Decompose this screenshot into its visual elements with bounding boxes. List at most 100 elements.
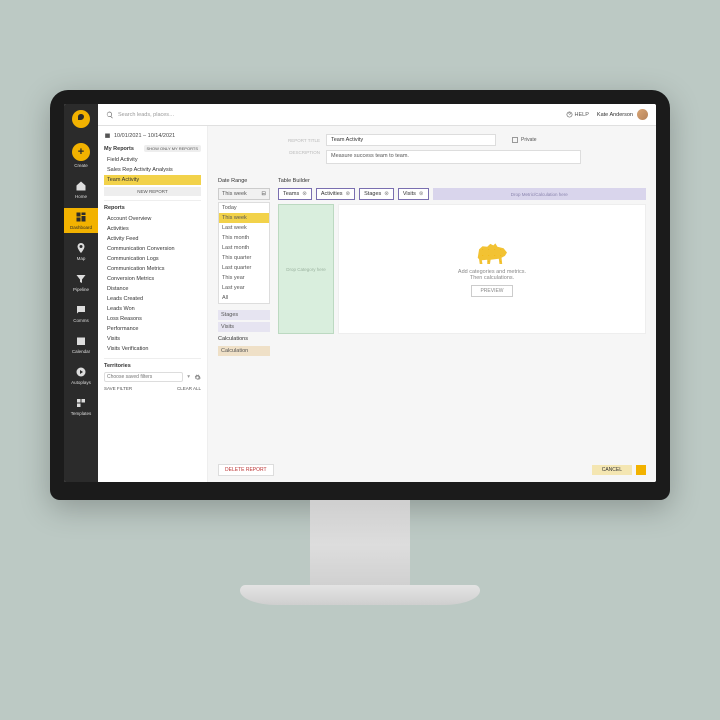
preview-button[interactable]: PREVIEW: [471, 285, 512, 297]
builder-hint: Add categories and metrics. Then calcula…: [458, 269, 526, 281]
rail-dashboard[interactable]: Dashboard: [64, 208, 98, 233]
user-menu[interactable]: Kate Anderson: [597, 109, 648, 120]
report-item[interactable]: Visits: [104, 334, 201, 344]
date-option[interactable]: This year: [219, 273, 269, 283]
my-reports-list: Field Activity Sales Rep Activity Analys…: [104, 155, 201, 185]
date-option[interactable]: Last month: [219, 243, 269, 253]
chevron-down-icon: ▾: [187, 374, 190, 380]
reports-list: Account Overview Activities Activity Fee…: [104, 214, 201, 354]
pill-activities[interactable]: Activities⊗: [316, 188, 355, 200]
report-item[interactable]: Loss Reasons: [104, 314, 201, 324]
rail-home[interactable]: Home: [64, 177, 98, 202]
calc-hdr: Calculations: [218, 334, 270, 344]
report-item[interactable]: Communication Conversion: [104, 244, 201, 254]
clear-all-button[interactable]: CLEAR ALL: [177, 386, 201, 391]
report-item[interactable]: Sales Rep Activity Analysis: [104, 165, 201, 175]
drop-category-zone[interactable]: Drop Category here: [278, 204, 334, 334]
private-checkbox[interactable]: Private: [512, 137, 537, 143]
daterange-hdr: Date Range: [218, 178, 270, 184]
home-icon: [75, 180, 87, 192]
search-input[interactable]: Search leads, places…: [106, 111, 566, 119]
pin-icon: [75, 242, 87, 254]
dashboard-icon: [75, 211, 87, 223]
date-option-selected[interactable]: This week: [219, 213, 269, 223]
report-item[interactable]: Conversion Metrics: [104, 274, 201, 284]
chat-icon: [75, 304, 87, 316]
gear-icon[interactable]: [194, 374, 201, 381]
pill-visits[interactable]: Visits⊗: [398, 188, 429, 200]
plus-icon: +: [72, 143, 90, 161]
close-icon[interactable]: ⊗: [346, 191, 351, 197]
pill-teams[interactable]: Teams⊗: [278, 188, 312, 200]
funnel-icon: [75, 273, 87, 285]
rail-calendar[interactable]: Calendar: [64, 332, 98, 357]
date-option[interactable]: This month: [219, 233, 269, 243]
chip-calculation[interactable]: Calculation: [218, 346, 270, 356]
date-option[interactable]: Last quarter: [219, 263, 269, 273]
dropdown-icon: ⊟: [261, 191, 266, 197]
cancel-button[interactable]: CANCEL: [592, 465, 632, 475]
autoplay-icon: [75, 366, 87, 378]
calendar-icon: [75, 335, 87, 347]
pill-stages[interactable]: Stages⊗: [359, 188, 394, 200]
topbar: Search leads, places… HELP Kate Anderson: [98, 104, 656, 126]
builder-canvas: Add categories and metrics. Then calcula…: [338, 204, 646, 334]
search-icon: [106, 111, 114, 119]
new-report-button[interactable]: NEW REPORT: [104, 187, 201, 196]
my-reports-hdr: My Reports: [104, 146, 134, 152]
help-link[interactable]: HELP: [566, 111, 589, 118]
report-title-input[interactable]: Team Activity: [326, 134, 496, 146]
chip-stages[interactable]: Stages: [218, 310, 270, 320]
save-button[interactable]: [636, 465, 646, 475]
chip-visits[interactable]: Visits: [218, 322, 270, 332]
date-option[interactable]: Last week: [219, 223, 269, 233]
nav-rail: + Create Home Dashboard Map Pipeline Com…: [64, 104, 98, 482]
report-item[interactable]: Field Activity: [104, 155, 201, 165]
report-item-active[interactable]: Team Activity: [104, 175, 201, 185]
close-icon[interactable]: ⊗: [419, 191, 424, 197]
avatar: [637, 109, 648, 120]
report-item[interactable]: Leads Won: [104, 304, 201, 314]
report-item[interactable]: Distance: [104, 284, 201, 294]
templates-icon: [75, 397, 87, 409]
report-title-label: REPORT TITLE: [278, 138, 320, 143]
date-option[interactable]: Today: [219, 203, 269, 213]
description-input[interactable]: Measure success team to team.: [326, 150, 581, 164]
daterange[interactable]: 10/01/2021 – 10/14/2021: [104, 132, 201, 139]
rail-pipeline[interactable]: Pipeline: [64, 270, 98, 295]
table-builder-hdr: Table Builder: [278, 178, 646, 184]
rail-create-label: Create: [74, 163, 88, 168]
sidebar: 10/01/2021 – 10/14/2021 My Reports SHOW O…: [98, 126, 208, 482]
cheetah-icon: [475, 241, 509, 265]
rail-comms[interactable]: Comms: [64, 301, 98, 326]
rail-create[interactable]: + Create: [64, 140, 98, 171]
checkbox-icon: [512, 137, 518, 143]
report-item[interactable]: Activity Feed: [104, 234, 201, 244]
date-option[interactable]: This quarter: [219, 253, 269, 263]
rail-autoplays[interactable]: Autoplays: [64, 363, 98, 388]
report-item[interactable]: Performance: [104, 324, 201, 334]
daterange-select[interactable]: This week⊟: [218, 188, 270, 200]
delete-report-button[interactable]: DELETE REPORT: [218, 464, 274, 476]
daterange-dropdown: Today This week Last week This month Las…: [218, 202, 270, 304]
close-icon[interactable]: ⊗: [302, 191, 307, 197]
show-only-toggle[interactable]: SHOW ONLY MY REPORTS: [144, 145, 202, 152]
report-item[interactable]: Account Overview: [104, 214, 201, 224]
date-option[interactable]: All: [219, 293, 269, 303]
filter-row: ▾: [104, 372, 201, 382]
report-item[interactable]: Communication Metrics: [104, 264, 201, 274]
save-filter-button[interactable]: SAVE FILTER: [104, 386, 132, 391]
report-item[interactable]: Activities: [104, 224, 201, 234]
help-icon: [566, 111, 573, 118]
report-item[interactable]: Leads Created: [104, 294, 201, 304]
date-option[interactable]: Last year: [219, 283, 269, 293]
territories-hdr: Territories: [104, 363, 131, 369]
filter-select[interactable]: [104, 372, 183, 382]
rail-templates[interactable]: Templates: [64, 394, 98, 419]
report-item[interactable]: Visits Verification: [104, 344, 201, 354]
rail-map[interactable]: Map: [64, 239, 98, 264]
drop-metric-zone[interactable]: Drop Metric/Calculation here: [433, 188, 646, 200]
close-icon[interactable]: ⊗: [384, 191, 389, 197]
calendar-icon: [104, 132, 111, 139]
report-item[interactable]: Communication Logs: [104, 254, 201, 264]
